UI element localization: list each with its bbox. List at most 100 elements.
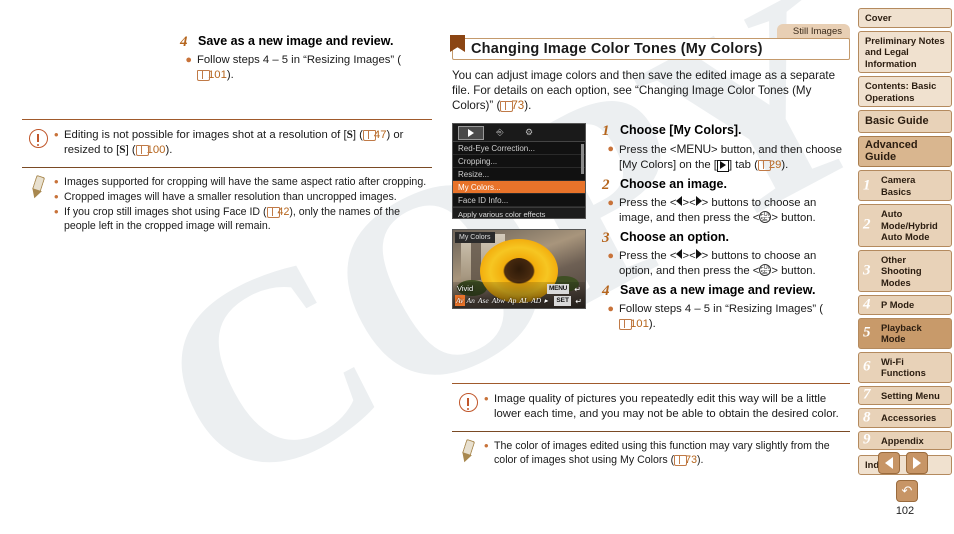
bullet-dot-icon: ●: [607, 143, 614, 155]
step-number: 1: [602, 123, 610, 139]
book-icon: [362, 130, 376, 141]
back-button[interactable]: ↶: [896, 480, 918, 502]
bullet-suffix: ).: [226, 68, 234, 81]
my-colors-option[interactable]: Ap: [507, 295, 517, 306]
bullet-text: Press the < >< > buttons to choose an opti…: [619, 249, 850, 278]
note-bullet-icon: •: [54, 204, 59, 219]
sidebar-item-auto-mode[interactable]: 2 Auto Mode/Hybrid Auto Mode: [858, 204, 952, 247]
tip-prefix: If you crop still images shot using Face…: [64, 206, 267, 218]
menu-row[interactable]: Resize...: [453, 168, 585, 181]
left-column: 4 Save as a new image and review. ● Foll…: [0, 0, 444, 534]
sidebar-item-setting-menu[interactable]: 7 Setting Menu: [858, 385, 952, 405]
sidebar-item-p-mode[interactable]: 4 P Mode: [858, 295, 952, 315]
sidebar-navigation: Cover Preliminary Notes and Legal Inform…: [856, 0, 954, 534]
bullet-part-1: Press the <: [619, 250, 677, 262]
menu-row-selected[interactable]: My Colors...: [453, 181, 585, 194]
page-reference: 42: [266, 206, 289, 218]
page-nav-buttons: [878, 452, 928, 474]
my-colors-option[interactable]: Ase: [477, 295, 490, 306]
my-colors-option[interactable]: AD: [530, 295, 542, 306]
return-arrow-icon: ↵: [574, 285, 581, 294]
bullet-part-3: ] tab (: [728, 158, 758, 171]
bullet-text: Follow steps 4 – 5 in “Resizing Images” …: [619, 302, 850, 331]
bullet-dot-icon: ●: [185, 54, 192, 66]
note-bullet-icon: •: [484, 391, 489, 406]
step-number: 4: [180, 34, 188, 50]
bullet-text: Follow steps 4 – 5 in “Resizing Images” …: [197, 53, 430, 82]
menu-button-label: MENU: [676, 142, 712, 156]
book-icon: [757, 159, 771, 171]
instruction-steps: 1 Choose [My Colors]. ● Press the < MENU >…: [594, 123, 850, 336]
note-bullet-icon: •: [54, 127, 59, 142]
sidebar-item-basic-guide[interactable]: Basic Guide: [858, 110, 952, 133]
left-arrow-icon: [885, 457, 893, 469]
middle-caution-note: • Image quality of pictures you repeated…: [452, 392, 850, 423]
bullet-part-2: ><: [682, 250, 696, 262]
sidebar-item-other-shooting-modes[interactable]: 3 Other Shooting Modes: [858, 249, 952, 292]
sidebar-item-cover[interactable]: Cover: [858, 8, 952, 28]
page-reference: 73: [674, 454, 697, 466]
right-arrow-icon: [913, 457, 921, 469]
page-reference-number: 101: [208, 68, 227, 81]
bullet-part-2: ><: [682, 197, 696, 209]
sidebar-item-accessories[interactable]: 8 Accessories: [858, 408, 952, 428]
pencil-icon-wrap: [22, 174, 54, 200]
intro-suffix: ).: [524, 99, 532, 112]
sidebar-item-label: Appendix: [881, 434, 924, 446]
pencil-icon: [457, 438, 480, 464]
sidebar-item-label: Preliminary Notes and Legal Information: [865, 34, 945, 69]
sidebar-item-wifi-functions[interactable]: 6 Wi-Fi Functions: [858, 351, 952, 383]
my-colors-option-strip[interactable]: Av An Ase Abw Ap AL AD ▸: [455, 295, 549, 306]
bullet-part-4: > button.: [771, 211, 816, 224]
sidebar-item-label: Cover: [865, 12, 892, 23]
still-images-tab: Still Images: [776, 24, 850, 39]
pencil-icon: [27, 174, 50, 200]
sidebar-item-label: Advanced Guide: [865, 139, 918, 163]
sidebar-item-appendix[interactable]: 9 Appendix: [858, 430, 952, 450]
menu-rows: Red-Eye Correction... Cropping... Resize…: [453, 142, 585, 207]
selected-option-name: Vivid: [457, 284, 474, 293]
menu-scrollbar[interactable]: [581, 144, 584, 174]
sidebar-item-preliminary-notes[interactable]: Preliminary Notes and Legal Information: [858, 30, 952, 73]
step-2-bullet: ● Press the < >< > buttons to choose an im…: [602, 196, 850, 225]
tip-suffix: ).: [696, 454, 704, 466]
divider: [22, 167, 432, 168]
step-number: 4: [602, 283, 610, 299]
note-bullet-icon: •: [54, 189, 59, 204]
sidebar-item-label: P Mode: [881, 299, 915, 310]
menu-row[interactable]: Face ID Info...: [453, 194, 585, 207]
step-title: Save as a new image and review.: [620, 283, 816, 297]
sidebar-item-advanced-guide[interactable]: Advanced Guide: [858, 136, 952, 167]
page-reference: 101: [619, 318, 649, 330]
sidebar-item-camera-basics[interactable]: 1 Camera Basics: [858, 170, 952, 201]
note-bullet-icon: •: [484, 438, 489, 453]
my-colors-option[interactable]: Av: [455, 295, 465, 306]
page-reference: 101: [197, 69, 227, 81]
camera-menu-screenshot: ⎆ ⚙ Red-Eye Correction... Cropping... Re…: [452, 123, 586, 219]
my-colors-option[interactable]: AL: [518, 295, 529, 306]
func-set-button-icon: FUNCSET: [759, 210, 772, 223]
next-page-button[interactable]: [906, 452, 928, 474]
sidebar-item-contents[interactable]: Contents: Basic Operations: [858, 76, 952, 107]
divider: [22, 119, 432, 120]
my-colors-option[interactable]: An: [466, 295, 476, 306]
page-number: 102: [895, 505, 915, 517]
my-colors-option[interactable]: Abw: [491, 295, 506, 306]
menu-row[interactable]: Cropping...: [453, 155, 585, 168]
sidebar-item-label: Other Shooting Modes: [881, 253, 922, 288]
sidebar-item-label: Contents: Basic Operations: [865, 80, 937, 103]
menu-row[interactable]: Red-Eye Correction...: [453, 142, 585, 155]
previous-page-button[interactable]: [878, 452, 900, 474]
sidebar-item-label: Camera Basics: [881, 174, 916, 197]
tip-text: The color of images edited using this fu…: [494, 439, 850, 467]
step-1: 1 Choose [My Colors].: [602, 123, 850, 140]
my-colors-next-arrow-icon[interactable]: ▸: [543, 295, 549, 306]
sidebar-item-playback-mode[interactable]: 5 Playback Mode: [858, 317, 952, 349]
divider: [452, 431, 850, 432]
sidebar-item-label: Wi-Fi Functions: [881, 355, 926, 379]
page-reference: 47: [362, 129, 387, 141]
bullet-prefix: Follow steps 4 – 5 in “Resizing Images” …: [619, 303, 824, 315]
chapter-number: 1: [863, 177, 871, 193]
chapter-heading: Changing Image Color Tones (My Colors): [450, 35, 850, 60]
bullet-part-1: Press the <: [619, 197, 677, 209]
